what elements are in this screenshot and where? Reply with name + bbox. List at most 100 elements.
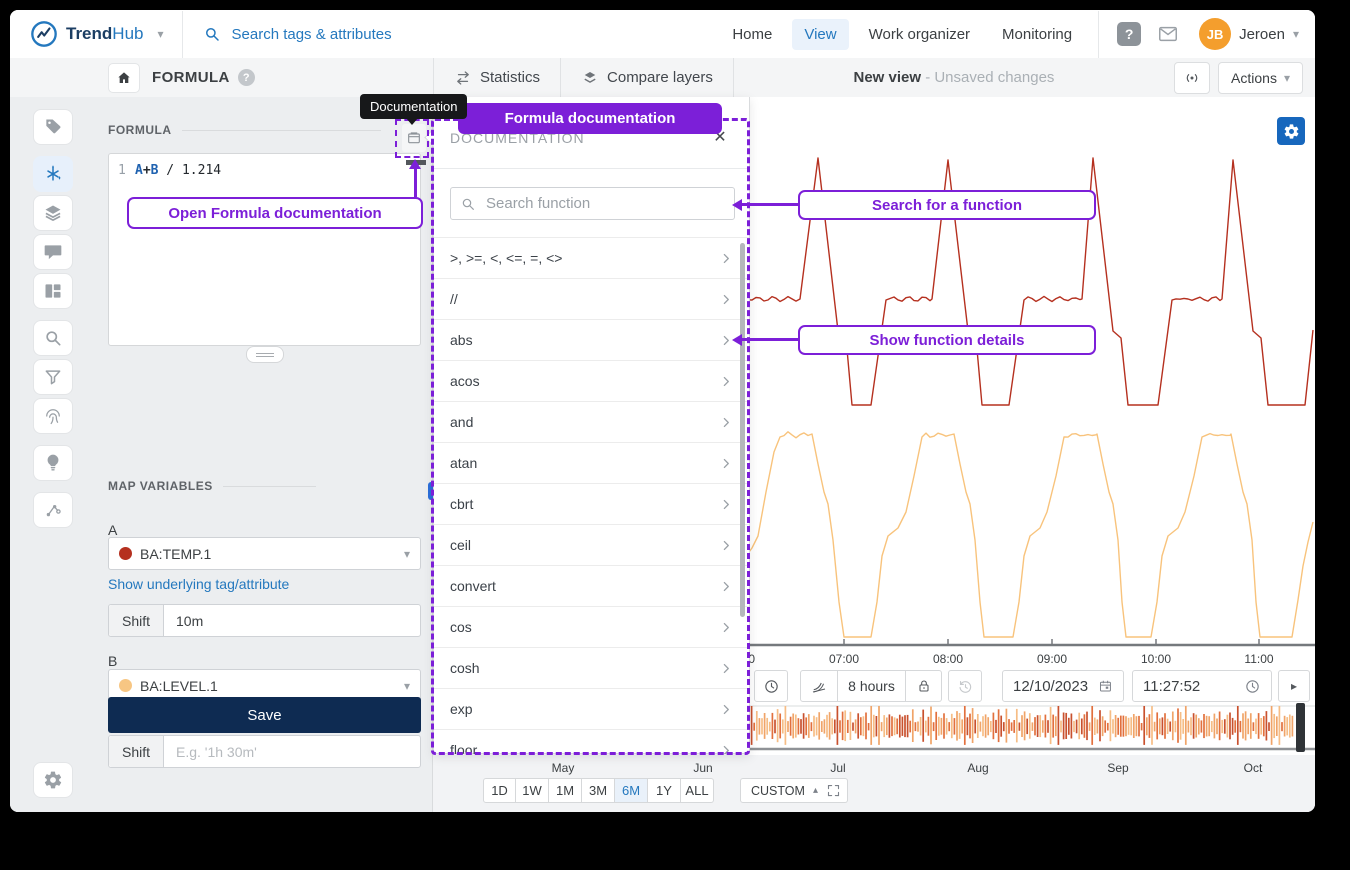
- help-icon[interactable]: ?: [238, 69, 255, 86]
- show-underlying-link[interactable]: Show underlying tag/attribute: [108, 576, 289, 592]
- nav-work-organizer[interactable]: Work organizer: [857, 19, 982, 50]
- time-field[interactable]: 11:27:52: [1132, 670, 1272, 702]
- duration-button[interactable]: 8 hours: [838, 670, 906, 702]
- annotation-arrowhead: [409, 159, 421, 169]
- duration-control-group: 8 hours: [800, 670, 942, 702]
- save-button[interactable]: Save: [108, 697, 421, 733]
- live-mode-button[interactable]: [1174, 62, 1210, 94]
- function-name: atan: [450, 455, 718, 471]
- live-clock-button[interactable]: [754, 670, 788, 702]
- shift-b-input[interactable]: [164, 744, 420, 760]
- editor-resize-handle[interactable]: [246, 346, 284, 363]
- sidebar-item-settings[interactable]: [33, 762, 73, 798]
- function-row[interactable]: convert: [434, 566, 749, 607]
- sidebar-item-search[interactable]: [33, 320, 73, 356]
- overview-handle[interactable]: [1296, 703, 1305, 752]
- sidebar-item-graph[interactable]: [33, 492, 73, 528]
- shift-a-group: Shift: [108, 604, 421, 637]
- function-search[interactable]: [450, 187, 735, 220]
- function-row[interactable]: cbrt: [434, 484, 749, 525]
- chevron-down-icon[interactable]: ▾: [1293, 27, 1299, 41]
- range-1y[interactable]: 1Y: [648, 778, 681, 803]
- avatar[interactable]: JB: [1199, 18, 1231, 50]
- nav-monitoring[interactable]: Monitoring: [990, 19, 1084, 50]
- range-button-group: 1D1W1M3M6M1YALL: [483, 778, 714, 803]
- function-row[interactable]: acos: [434, 361, 749, 402]
- chevron-right-icon[interactable]: [718, 496, 735, 513]
- chevron-right-icon[interactable]: [718, 660, 735, 677]
- chart-settings-button[interactable]: [1277, 117, 1305, 145]
- nav-view[interactable]: View: [792, 19, 848, 50]
- function-row[interactable]: cosh: [434, 648, 749, 689]
- function-row[interactable]: atan: [434, 443, 749, 484]
- function-name: ceil: [450, 537, 718, 553]
- function-row[interactable]: exp: [434, 689, 749, 730]
- function-row[interactable]: >, >=, <, <=, =, <>: [434, 238, 749, 279]
- chevron-down-icon[interactable]: ▾: [157, 27, 163, 41]
- chevron-right-icon[interactable]: [718, 619, 735, 636]
- nav-home[interactable]: Home: [720, 19, 784, 50]
- function-row[interactable]: floor: [434, 730, 749, 754]
- custom-range-button[interactable]: CUSTOM ▴: [740, 778, 829, 803]
- play-icon: ▸: [1291, 679, 1297, 693]
- function-row[interactable]: abs: [434, 320, 749, 361]
- sidebar-item-formula[interactable]: [33, 156, 73, 192]
- chevron-right-icon[interactable]: [718, 373, 735, 390]
- trend-lines-icon: [810, 677, 828, 695]
- divider: [223, 486, 316, 487]
- function-row[interactable]: cos: [434, 607, 749, 648]
- shift-a-input[interactable]: [164, 613, 420, 629]
- range-6m[interactable]: 6M: [615, 778, 648, 803]
- chevron-right-icon[interactable]: [718, 250, 735, 267]
- home-button[interactable]: [108, 63, 140, 93]
- chevron-right-icon[interactable]: [718, 537, 735, 554]
- chevron-right-icon[interactable]: [718, 455, 735, 472]
- chevron-right-icon[interactable]: [718, 701, 735, 718]
- tab-compare-layers[interactable]: Compare layers: [561, 58, 733, 97]
- actions-button[interactable]: Actions ▾: [1218, 62, 1303, 94]
- sidebar-item-lightbulb[interactable]: [33, 445, 73, 481]
- top-navigation-bar: TrendHub ▾ Home View Work organizer Moni…: [10, 10, 1315, 59]
- chevron-right-icon[interactable]: [718, 291, 735, 308]
- annotation-badge: Formula documentation: [458, 103, 722, 134]
- function-row[interactable]: ceil: [434, 525, 749, 566]
- help-icon[interactable]: ?: [1117, 22, 1141, 46]
- annotation-arrow: [414, 168, 417, 197]
- gear-icon: [1283, 123, 1300, 140]
- function-search-input[interactable]: [484, 194, 725, 213]
- range-1w[interactable]: 1W: [516, 778, 549, 803]
- formula-editor[interactable]: 1 A+B / 1.214: [108, 153, 421, 346]
- fit-range-button[interactable]: [820, 778, 848, 803]
- lock-duration-button[interactable]: [906, 670, 942, 702]
- sidebar-item-comment[interactable]: [33, 234, 73, 270]
- chevron-right-icon[interactable]: [718, 578, 735, 595]
- compare-trends-button[interactable]: [800, 670, 838, 702]
- sidebar-item-fingerprint[interactable]: [33, 398, 73, 434]
- chevron-right-icon[interactable]: [718, 414, 735, 431]
- sidebar-item-dashboard[interactable]: [33, 273, 73, 309]
- scrollbar[interactable]: [740, 243, 745, 617]
- chevron-right-icon[interactable]: [718, 742, 735, 755]
- sidebar-item-filter[interactable]: [33, 359, 73, 395]
- variable-a-select[interactable]: BA:TEMP.1 ▾: [108, 537, 421, 570]
- global-search[interactable]: [203, 25, 454, 44]
- sidebar-item-layers[interactable]: [33, 195, 73, 231]
- range-all[interactable]: ALL: [681, 778, 714, 803]
- fingerprint-icon: [43, 406, 63, 426]
- documentation-tooltip: Documentation: [360, 94, 467, 119]
- search-icon: [460, 196, 476, 212]
- function-row[interactable]: and: [434, 402, 749, 443]
- range-3m[interactable]: 3M: [582, 778, 615, 803]
- chevron-up-icon: ▴: [813, 785, 818, 796]
- date-field[interactable]: 12/10/2023: [1002, 670, 1124, 702]
- step-forward-button[interactable]: ▸: [1278, 670, 1310, 702]
- range-1d[interactable]: 1D: [483, 778, 516, 803]
- range-1m[interactable]: 1M: [549, 778, 582, 803]
- x-tick-label: 10:00: [1134, 652, 1178, 666]
- tab-statistics[interactable]: Statistics: [434, 58, 560, 97]
- mail-icon[interactable]: [1155, 23, 1181, 45]
- function-row[interactable]: //: [434, 279, 749, 320]
- global-search-input[interactable]: [230, 25, 454, 44]
- history-button[interactable]: [948, 670, 982, 702]
- sidebar-item-tag[interactable]: [33, 109, 73, 145]
